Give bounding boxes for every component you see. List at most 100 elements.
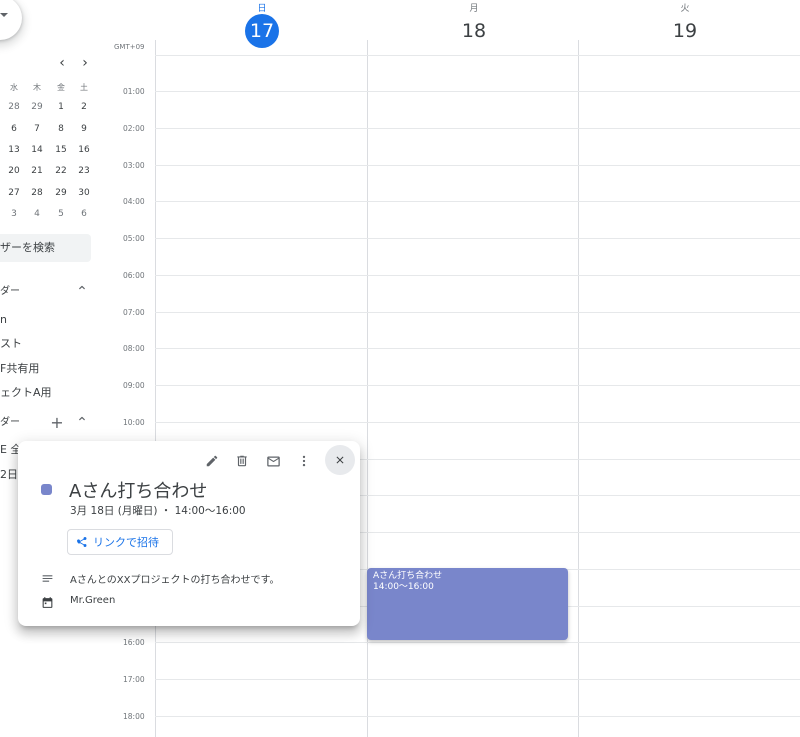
hour-line (155, 55, 800, 56)
hour-line (155, 422, 800, 423)
calendar-list-item[interactable]: n (0, 310, 95, 330)
hour-line (155, 679, 800, 680)
mini-day[interactable]: 28 (27, 183, 47, 203)
mini-day[interactable]: 5 (51, 204, 71, 224)
hour-line (155, 128, 800, 129)
weekday-label: 木 (33, 83, 41, 92)
mini-calendar-week: 6 7 8 9 (0, 119, 100, 139)
mini-day[interactable]: 9 (74, 119, 94, 139)
mini-day[interactable]: 4 (27, 204, 47, 224)
calendar-list-item[interactable]: F共有用 (0, 359, 95, 379)
day-number[interactable]: 18 (457, 14, 491, 48)
mini-day[interactable]: 28 (4, 97, 24, 117)
day-header-mon[interactable]: 月 18 (442, 0, 506, 44)
mini-day[interactable]: 1 (51, 97, 71, 117)
calendar-list-item[interactable]: スト (0, 334, 95, 354)
mini-day[interactable]: 7 (27, 119, 47, 139)
event-details-popup: Aさん打ち合わせ 3月 18日 (月曜日) ・ 14:00～16:00 リンクで… (18, 441, 360, 626)
mini-day[interactable]: 20 (4, 161, 24, 181)
mini-day[interactable]: 6 (74, 204, 94, 224)
mini-calendar-week: 27 28 29 30 (0, 183, 100, 203)
mini-calendar-week: 28 29 1 2 (0, 97, 100, 117)
more-options-icon[interactable] (294, 451, 314, 471)
day-header-tue[interactable]: 火 19 (653, 0, 717, 44)
mini-calendar-nav: ‹ › (0, 55, 100, 71)
hour-line (155, 385, 800, 386)
hour-label: 17:00 (123, 675, 145, 684)
mini-calendar-week: 3 4 5 6 (0, 204, 100, 224)
mini-day[interactable]: 22 (51, 161, 71, 181)
invite-by-link-button[interactable]: リンクで招待 (67, 529, 173, 555)
mini-day[interactable]: 30 (74, 183, 94, 203)
day-number[interactable]: 17 (245, 14, 279, 48)
email-icon[interactable] (263, 451, 283, 471)
hour-label: 02:00 (123, 124, 145, 133)
timezone-label: GMT+09 (114, 43, 145, 51)
mini-day[interactable]: 8 (51, 119, 71, 139)
chevron-up-icon[interactable]: ⌃ (74, 282, 90, 302)
event-description: AさんとのXXプロジェクトの打ち合わせです。 (70, 575, 280, 586)
create-button[interactable] (0, 0, 22, 40)
event-time: 14:00～16:00 (373, 582, 434, 592)
weekday-label: 土 (80, 83, 88, 92)
mini-day[interactable]: 21 (27, 161, 47, 181)
calendar-list-item[interactable]: ェクトA用 (0, 383, 95, 403)
mini-calendar-week: 13 14 15 16 (0, 140, 100, 160)
mini-day[interactable]: 29 (51, 183, 71, 203)
day-column-divider (155, 40, 156, 737)
chevron-right-icon[interactable]: › (77, 55, 93, 71)
mini-day[interactable]: 2 (74, 97, 94, 117)
hour-label: 03:00 (123, 161, 145, 170)
add-icon[interactable]: + (49, 413, 65, 433)
close-icon (336, 456, 344, 464)
hour-label: 06:00 (123, 271, 145, 280)
hour-label: 18:00 (123, 712, 145, 721)
hour-label: 04:00 (123, 197, 145, 206)
hour-label: 10:00 (123, 418, 145, 427)
event-block[interactable]: Aさん打ち合わせ 14:00～16:00 (367, 568, 568, 640)
other-calendars-heading: ダー (0, 417, 20, 428)
close-button[interactable] (325, 445, 355, 475)
hour-line (155, 165, 800, 166)
calendar-icon (40, 595, 54, 609)
hour-label: 16:00 (123, 638, 145, 647)
day-header-sun[interactable]: 日 17 (230, 0, 294, 48)
day-column-divider (578, 40, 579, 737)
event-datetime: 3月 18日 (月曜日) ・ 14:00～16:00 (70, 505, 246, 517)
mini-calendar-week: 20 21 22 23 (0, 161, 100, 181)
day-number[interactable]: 19 (668, 14, 702, 48)
share-icon (77, 536, 87, 547)
mini-day[interactable]: 13 (4, 140, 24, 160)
hour-label: 09:00 (123, 381, 145, 390)
mini-day[interactable]: 14 (27, 140, 47, 160)
weekday-label: 水 (10, 83, 18, 92)
hour-line (155, 201, 800, 202)
hour-label: 05:00 (123, 234, 145, 243)
other-calendars-header[interactable]: ダー + ⌃ (0, 413, 95, 433)
description-icon (40, 571, 54, 585)
delete-icon[interactable] (232, 451, 252, 471)
hour-line (155, 348, 800, 349)
search-people-input[interactable]: ザーを検索 (0, 234, 91, 262)
event-calendar-owner: Mr.Green (70, 595, 116, 606)
chevron-up-icon[interactable]: ⌃ (74, 413, 90, 433)
chevron-left-icon[interactable]: ‹ (54, 55, 70, 71)
my-calendars-heading: ダー (0, 286, 20, 297)
event-title: Aさん打ち合わせ (69, 481, 208, 502)
hour-line (155, 238, 800, 239)
mini-day[interactable]: 29 (27, 97, 47, 117)
hour-line (155, 642, 800, 643)
hour-line (155, 312, 800, 313)
hour-label: 08:00 (123, 344, 145, 353)
mini-day[interactable]: 27 (4, 183, 24, 203)
mini-day[interactable]: 23 (74, 161, 94, 181)
event-title: Aさん打ち合わせ (373, 571, 443, 581)
my-calendars-header[interactable]: ダー ⌃ (0, 282, 95, 302)
hour-line (155, 91, 800, 92)
hour-label: 07:00 (123, 308, 145, 317)
mini-day[interactable]: 6 (4, 119, 24, 139)
mini-day[interactable]: 15 (51, 140, 71, 160)
mini-day[interactable]: 3 (4, 204, 24, 224)
edit-icon[interactable] (202, 451, 222, 471)
mini-day[interactable]: 16 (74, 140, 94, 160)
